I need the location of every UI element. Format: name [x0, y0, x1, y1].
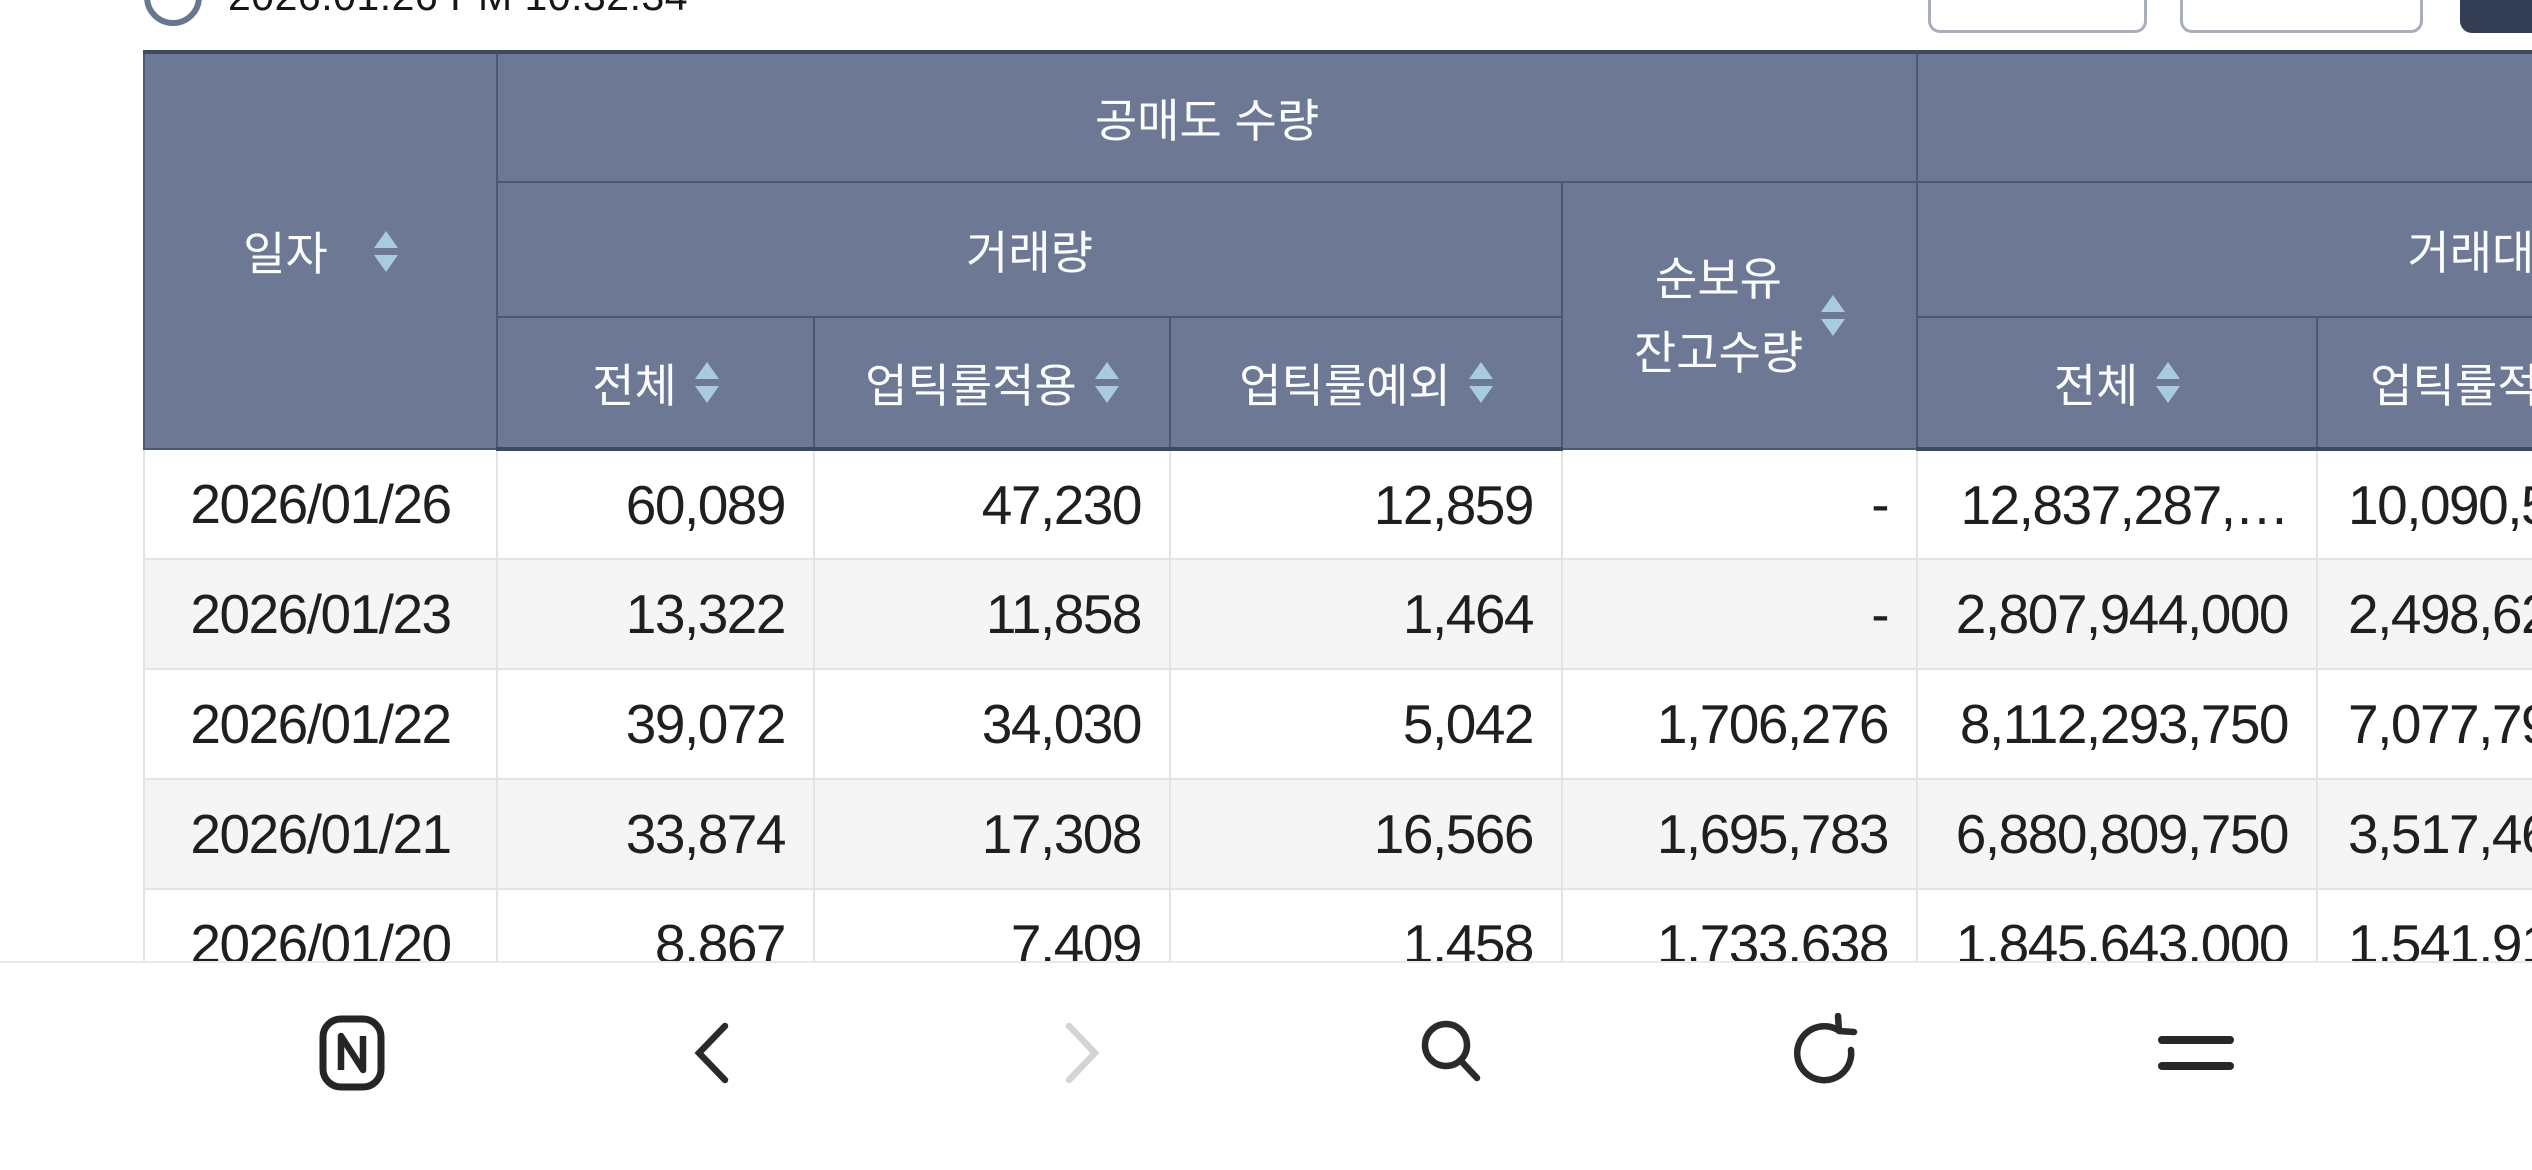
sort-arrows-icon	[694, 362, 719, 403]
submit-button[interactable]: p	[2460, 0, 2532, 33]
cell-net-balance: -	[1560, 448, 1919, 560]
cell-amt-total: 6,880,809,750	[1916, 778, 2319, 890]
header-net-balance-label: 순보유 잔고수량	[1633, 252, 1804, 379]
table-row: 2026/01/20 8,867 7,409 1,458 1,733,638 1…	[143, 888, 2532, 963]
header-amount-group: 거래대금	[1916, 181, 2532, 318]
header-vol-uptick-exempt[interactable]: 업틱룰예외	[1169, 316, 1563, 451]
cell-vol-uptick: 7,409	[813, 888, 1171, 963]
cell-net-balance: 1,695,783	[1560, 778, 1919, 890]
cell-date: 2026/01/23	[143, 558, 498, 670]
header-amt-uptick-applied[interactable]: 업틱룰적용	[2316, 316, 2532, 451]
cell-amt-uptick: 2,498,62	[2316, 558, 2532, 670]
table-row: 2026/01/26 60,089 47,230 12,859 - 12,837…	[143, 448, 2532, 560]
top-input-1[interactable]: 1	[1928, 0, 2147, 33]
header-vol-uptick-applied[interactable]: 업틱룰적용	[813, 316, 1171, 451]
cell-vol-exempt: 1,464	[1169, 558, 1563, 670]
sort-arrows-icon	[373, 230, 398, 272]
short-selling-table-container: 일자 공매도 수량 거래량 순보유 잔고수량 거래대 전체 업틱룰적용 업틱룰예…	[143, 50, 2532, 963]
cell-vol-exempt: 12,859	[1169, 448, 1563, 560]
cell-vol-uptick: 11,858	[813, 558, 1171, 670]
cell-amt-total: 1,845,643,000	[1916, 888, 2319, 963]
cell-date: 2026/01/21	[143, 778, 498, 890]
back-icon[interactable]	[672, 1013, 752, 1093]
sort-arrows-icon	[1821, 295, 1846, 336]
table-row: 2026/01/21 33,874 17,308 16,566 1,695,78…	[143, 778, 2532, 890]
cell-vol-exempt: 5,042	[1169, 668, 1563, 780]
header-group-short-qty: 공매도 수량	[495, 51, 1919, 183]
cell-amt-uptick: 3,517,46	[2316, 778, 2532, 890]
header-date[interactable]: 일자	[143, 51, 498, 450]
cell-vol-uptick: 17,308	[813, 778, 1171, 890]
cell-vol-exempt: 1,458	[1169, 888, 1563, 963]
menu-icon[interactable]	[2156, 1013, 2236, 1093]
header-volume-group: 거래량	[496, 181, 1563, 318]
cell-amt-total: 2,807,944,000	[1916, 558, 2319, 670]
header-date-label: 일자	[243, 228, 328, 280]
cell-vol-total: 39,072	[496, 668, 815, 780]
naver-app-icon[interactable]	[312, 1013, 392, 1093]
cell-net-balance: -	[1560, 558, 1919, 670]
header-vol-total[interactable]: 전체	[496, 316, 815, 451]
search-icon[interactable]	[1413, 1013, 1493, 1093]
header-group-short-amount	[1916, 51, 2532, 183]
sort-arrows-icon	[1468, 362, 1493, 403]
cell-vol-total: 13,322	[496, 558, 815, 670]
cell-vol-uptick: 34,030	[813, 668, 1171, 780]
sort-arrows-icon	[2156, 362, 2181, 403]
table-row: 2026/01/23 13,322 11,858 1,464 - 2,807,9…	[143, 558, 2532, 670]
query-timestamp: 2026.01.26 PM 10:32:34	[228, 0, 688, 20]
header-net-balance[interactable]: 순보유 잔고수량	[1560, 181, 1919, 450]
forward-icon[interactable]	[1042, 1013, 1122, 1093]
cell-vol-exempt: 16,566	[1169, 778, 1563, 890]
cell-date: 2026/01/22	[143, 668, 498, 780]
cell-amt-uptick: 7,077,79	[2316, 668, 2532, 780]
cell-amt-total: 12,837,287,…	[1916, 448, 2319, 560]
screen: 2026.01.26 PM 10:32:34 1 2 p 일자	[0, 0, 2532, 1170]
cell-net-balance: 1,733,638	[1560, 888, 1919, 963]
cell-vol-total: 60,089	[496, 448, 815, 560]
short-selling-table: 일자 공매도 수량 거래량 순보유 잔고수량 거래대 전체 업틱룰적용 업틱룰예…	[143, 50, 2532, 963]
cell-vol-total: 33,874	[496, 778, 815, 890]
cell-date: 2026/01/20	[143, 888, 498, 963]
top-input-2[interactable]: 2	[2180, 0, 2423, 33]
sort-arrows-icon	[1094, 362, 1119, 403]
header-amt-total[interactable]: 전체	[1916, 316, 2319, 451]
cell-net-balance: 1,706,276	[1560, 668, 1919, 780]
cell-amt-total: 8,112,293,750	[1916, 668, 2319, 780]
refresh-icon[interactable]	[1784, 1013, 1864, 1093]
cell-date: 2026/01/26	[143, 448, 498, 560]
cell-vol-total: 8,867	[496, 888, 815, 963]
cell-vol-uptick: 47,230	[813, 448, 1171, 560]
cell-amt-uptick: 10,090,5	[2316, 448, 2532, 560]
table-row: 2026/01/22 39,072 34,030 5,042 1,706,276…	[143, 668, 2532, 780]
toolbar-divider	[0, 961, 2532, 963]
clock-ring-icon	[144, 0, 202, 26]
cell-amt-uptick: 1,541,91	[2316, 888, 2532, 963]
